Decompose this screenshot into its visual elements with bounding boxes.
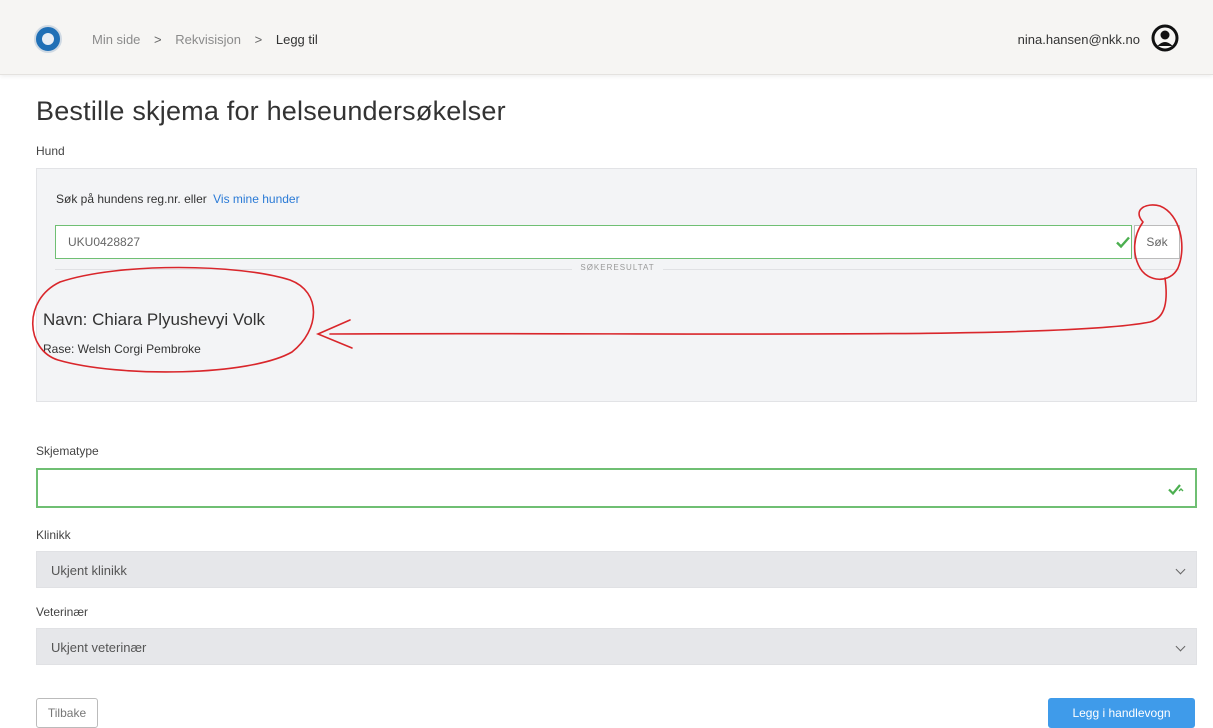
reg-number-input[interactable]: UKU0428827 [55, 225, 1132, 259]
page-title: Bestille skjema for helseundersøkelser [36, 96, 506, 126]
chevron-down-icon [1175, 641, 1186, 652]
breadcrumb-separator: > [154, 32, 162, 47]
search-button[interactable]: Søk [1134, 225, 1180, 259]
valid-check-icon [1168, 484, 1184, 496]
breadcrumb-rekvisisjon[interactable]: Rekvisisjon [175, 32, 241, 47]
dog-name: Navn: Chiara Plyushevyi Volk [43, 310, 266, 329]
clinic-select[interactable]: Ukjent klinikk [36, 551, 1197, 588]
breadcrumb-separator: > [254, 32, 263, 47]
vet-select[interactable]: Ukjent veterinær [36, 628, 1197, 665]
chevron-down-icon [1175, 564, 1186, 575]
schema-type-select[interactable] [36, 468, 1197, 508]
dog-breed: Rase: Welsh Corgi Pembroke [43, 342, 201, 356]
breadcrumb-min-side[interactable]: Min side [92, 32, 140, 47]
breadcrumb-current: Legg til [275, 32, 318, 47]
show-my-dogs-link[interactable]: Vis mine hunder [213, 192, 300, 206]
search-hint: Søk på hundens reg.nr. eller Vis mine hu… [56, 192, 300, 206]
clinic-label: Klinikk [36, 528, 71, 542]
breadcrumb: Min side > Rekvisisjon > Legg til [92, 32, 318, 47]
dog-search-panel: Søk på hundens reg.nr. eller Vis mine hu… [36, 168, 1197, 402]
clinic-value: Ukjent klinikk [51, 563, 127, 578]
top-navbar: Min side > Rekvisisjon > Legg til nina.h… [0, 0, 1213, 75]
user-email[interactable]: nina.hansen@nkk.no [1018, 32, 1140, 47]
schema-type-label: Skjematype [36, 444, 99, 458]
back-button[interactable]: Tilbake [36, 698, 98, 728]
search-hint-text: Søk på hundens reg.nr. eller [56, 192, 207, 206]
nkk-logo[interactable] [34, 25, 62, 53]
vet-value: Ukjent veterinær [51, 640, 147, 655]
search-results-heading: SØKERESULTAT [55, 263, 1180, 272]
user-circle-icon[interactable] [1151, 24, 1179, 52]
add-to-cart-button[interactable]: Legg i handlevogn [1048, 698, 1195, 728]
vet-label: Veterinær [36, 605, 89, 619]
dog-label: Hund [36, 144, 65, 158]
valid-check-icon [1116, 236, 1130, 249]
